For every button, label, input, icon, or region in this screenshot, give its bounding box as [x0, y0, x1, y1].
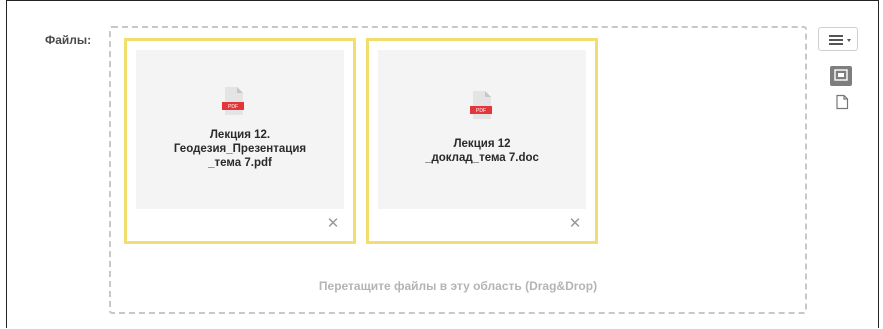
menu-dropdown-icon — [829, 35, 851, 45]
file-name: Лекция 12 _доклад_тема 7.doc — [425, 138, 539, 164]
file-preview: PDF Лекция 12. Геодезия_Презентация _тем… — [136, 50, 344, 209]
pdf-file-icon: PDF — [222, 87, 244, 115]
file-card[interactable]: PDF Лекция 12 _доклад_тема 7.doc ✕ — [366, 38, 598, 244]
file-name: Лекция 12. Геодезия_Презентация _тема 7.… — [173, 129, 307, 169]
svg-text:PDF: PDF — [476, 108, 486, 114]
file-card[interactable]: PDF Лекция 12. Геодезия_Презентация _тем… — [124, 38, 356, 244]
view-menu-button[interactable] — [818, 27, 858, 51]
drop-hint: Перетащите файлы в эту область (Drag&Dro… — [318, 279, 598, 293]
files-label: Файлы: — [45, 33, 92, 47]
file-preview: PDF Лекция 12 _доклад_тема 7.doc — [378, 50, 586, 209]
svg-text:PDF: PDF — [228, 104, 238, 110]
file-list-view-icon[interactable] — [835, 94, 849, 110]
remove-file-icon[interactable]: ✕ — [326, 216, 340, 231]
pdf-file-icon: PDF — [470, 91, 492, 119]
thumbnail-view-button[interactable] — [830, 66, 852, 86]
remove-file-icon[interactable]: ✕ — [568, 216, 582, 231]
thumbnail-view-icon — [834, 69, 848, 81]
